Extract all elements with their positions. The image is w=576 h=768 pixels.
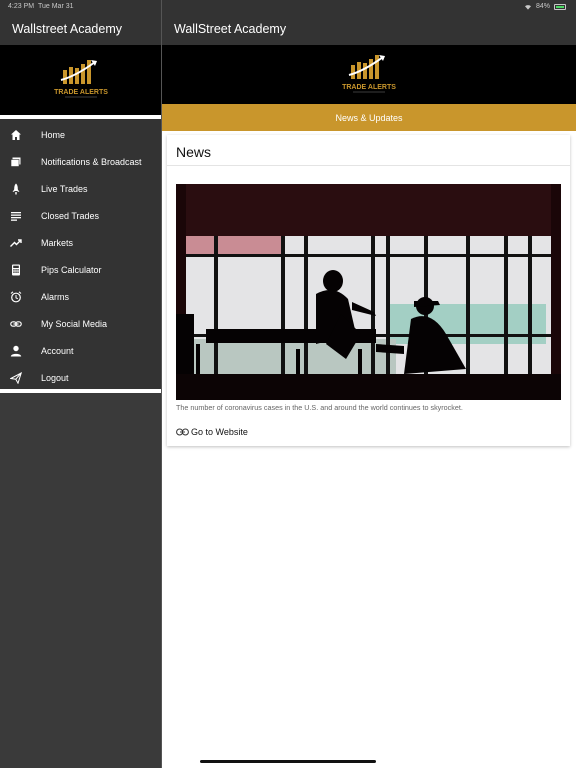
main-logo: TRADE ALERTS	[162, 45, 576, 104]
battery-percent: 84%	[535, 3, 550, 10]
sidebar-item-alarms[interactable]: Alarms	[0, 283, 161, 310]
link-icon	[10, 321, 22, 327]
sidebar-menu: Home Notifications & Broadcast Live Trad…	[0, 119, 161, 389]
sidebar-title: Wallstreet Academy	[12, 22, 122, 36]
news-photo[interactable]	[176, 184, 561, 400]
sidebar-item-account[interactable]: Account	[0, 337, 161, 364]
sidebar-item-label: Account	[41, 345, 74, 356]
calculator-icon	[12, 264, 20, 276]
sidebar-item-markets[interactable]: Markets	[0, 229, 161, 256]
sidebar-item-label: Alarms	[41, 291, 70, 302]
notifications-icon	[10, 157, 21, 167]
go-to-website-link[interactable]: Go to Website	[176, 427, 248, 437]
battery-icon	[554, 3, 566, 10]
sidebar-item-label: Markets	[41, 237, 74, 248]
sidebar-item-label: Closed Trades	[41, 210, 100, 221]
person-icon	[10, 345, 22, 357]
svg-text:TRADE ALERTS: TRADE ALERTS	[342, 84, 396, 91]
link-label: Go to Website	[191, 427, 248, 437]
rocket-icon	[12, 183, 20, 195]
trending-up-icon	[10, 239, 22, 247]
sidebar-item-home[interactable]: Home	[0, 121, 161, 148]
send-icon	[10, 372, 22, 384]
alarm-icon	[10, 291, 22, 303]
sidebar-item-closed-trades[interactable]: Closed Trades	[0, 202, 161, 229]
sidebar-item-label: Pips Calculator	[41, 264, 102, 275]
news-image	[176, 184, 561, 400]
svg-text:TRADE ALERTS: TRADE ALERTS	[54, 89, 108, 96]
news-caption: The number of coronavirus cases in the U…	[176, 403, 463, 412]
status-time: 4:23 PM Tue Mar 31	[8, 3, 74, 10]
main-panel: WallStreet Academy TRADE ALERTS News & U…	[162, 0, 576, 768]
main-title: WallStreet Academy	[174, 22, 287, 36]
card-heading: News	[176, 144, 212, 160]
trade-alerts-logo-icon: TRADE ALERTS	[54, 60, 108, 98]
sidebar-item-label: Notifications & Broadcast	[41, 156, 142, 167]
news-card: News The number of coronavirus cases in …	[167, 135, 570, 446]
wifi-icon	[524, 4, 531, 10]
link-icon	[176, 428, 189, 436]
list-icon	[11, 212, 21, 221]
home-icon	[11, 130, 21, 140]
status-bar: 4:23 PM Tue Mar 31 84%	[0, 0, 576, 13]
sidebar-item-notifications[interactable]: Notifications & Broadcast	[0, 148, 161, 175]
sidebar-item-logout[interactable]: Logout	[0, 364, 161, 391]
sidebar-item-label: Live Trades	[41, 183, 88, 194]
tab-label: News & Updates	[335, 112, 403, 123]
trade-alerts-logo-icon: TRADE ALERTS	[342, 54, 396, 92]
sidebar-item-label: My Social Media	[41, 318, 108, 329]
sidebar: Wallstreet Academy TRADE ALERTS Home Not…	[0, 0, 161, 768]
card-divider	[167, 165, 570, 166]
tab-news-updates[interactable]: News & Updates	[162, 104, 576, 131]
home-indicator[interactable]	[200, 760, 376, 763]
status-right: 84%	[524, 3, 566, 10]
sidebar-item-pips-calculator[interactable]: Pips Calculator	[0, 256, 161, 283]
sidebar-item-label: Home	[41, 129, 66, 140]
sidebar-item-social-media[interactable]: My Social Media	[0, 310, 161, 337]
sidebar-logo: TRADE ALERTS	[0, 45, 161, 115]
sidebar-item-live-trades[interactable]: Live Trades	[0, 175, 161, 202]
sidebar-item-label: Logout	[41, 372, 69, 383]
